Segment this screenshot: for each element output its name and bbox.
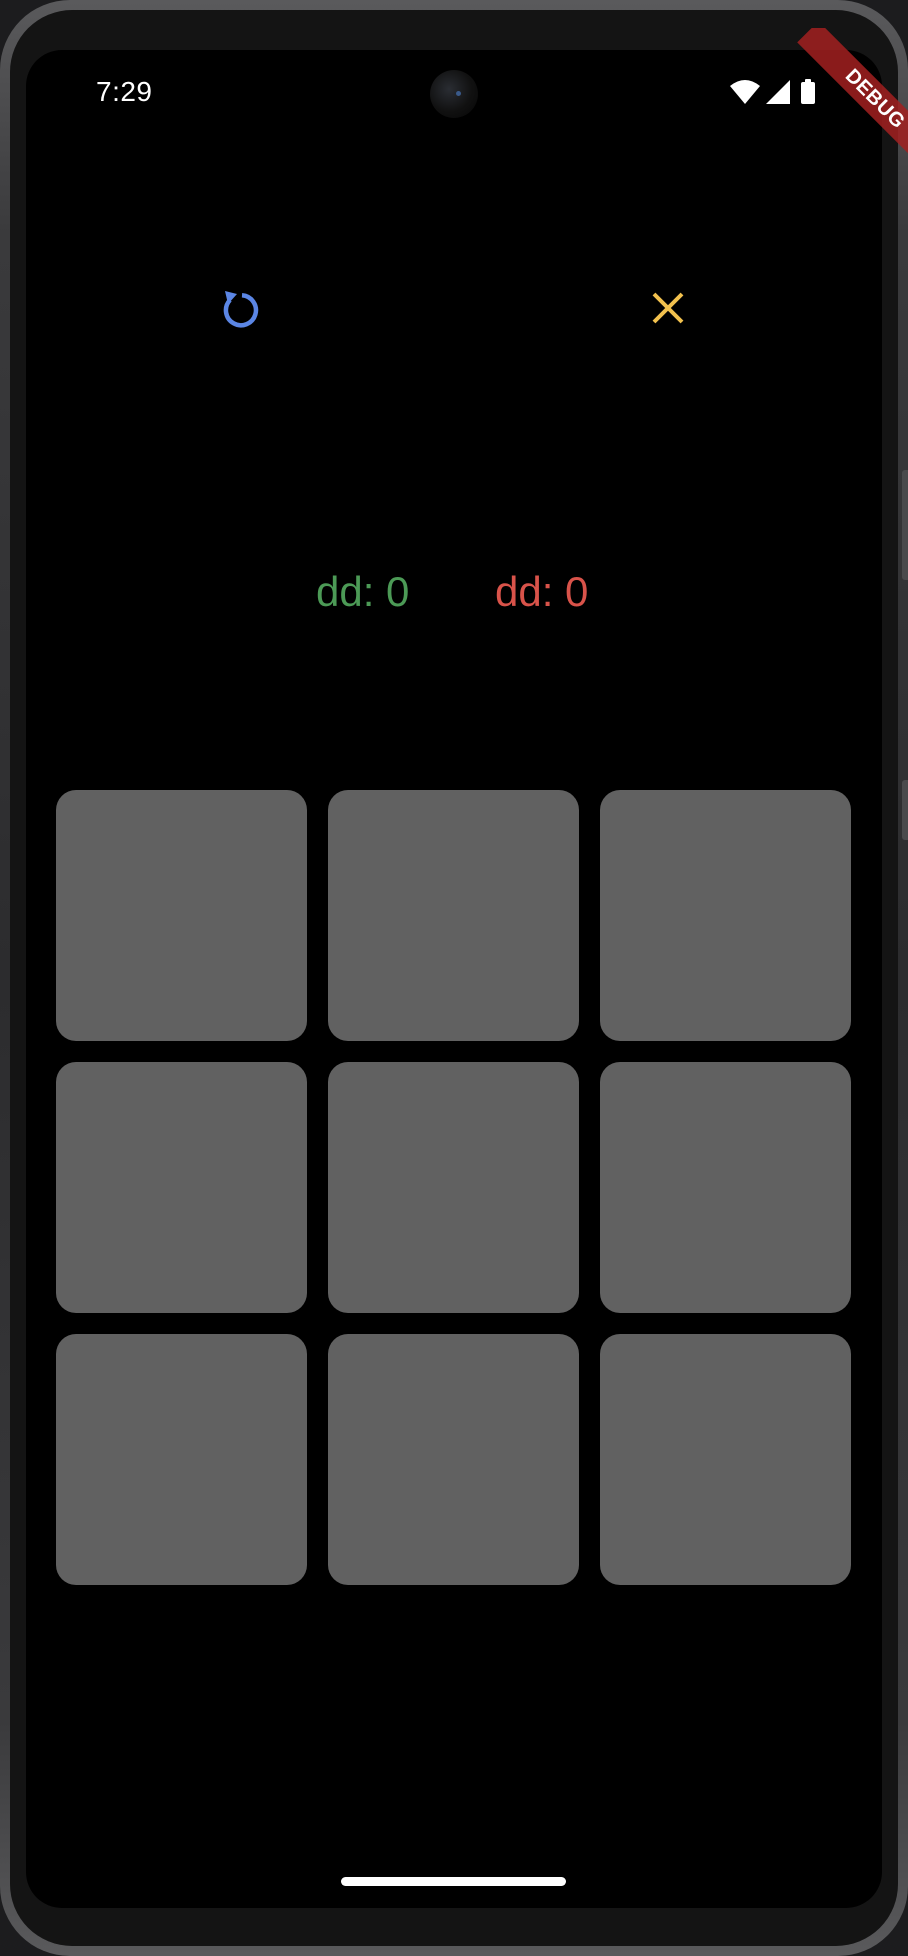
player-one-score: dd: 0 [316, 568, 410, 615]
power-button [902, 780, 908, 840]
refresh-icon [223, 291, 259, 328]
battery-icon [801, 79, 815, 104]
status-icons [728, 78, 828, 108]
volume-button [902, 470, 908, 580]
board-cell[interactable] [56, 1334, 307, 1585]
close-button[interactable] [638, 278, 698, 338]
status-time: 7:29 [96, 76, 153, 107]
board-cell[interactable] [328, 790, 579, 1041]
home-indicator[interactable] [341, 1877, 566, 1886]
game-board [56, 790, 852, 1586]
front-camera [430, 70, 478, 118]
signal-icon [766, 80, 790, 104]
player-two-score: dd: 0 [495, 568, 589, 615]
board-cell[interactable] [56, 790, 307, 1041]
close-icon [652, 292, 684, 324]
board-cell[interactable] [600, 1062, 851, 1313]
board-cell[interactable] [600, 1334, 851, 1585]
board-cell[interactable] [328, 1334, 579, 1585]
board-cell[interactable] [600, 790, 851, 1041]
wifi-icon [730, 80, 760, 104]
board-cell[interactable] [328, 1062, 579, 1313]
restart-button[interactable] [209, 280, 269, 340]
board-cell[interactable] [56, 1062, 307, 1313]
